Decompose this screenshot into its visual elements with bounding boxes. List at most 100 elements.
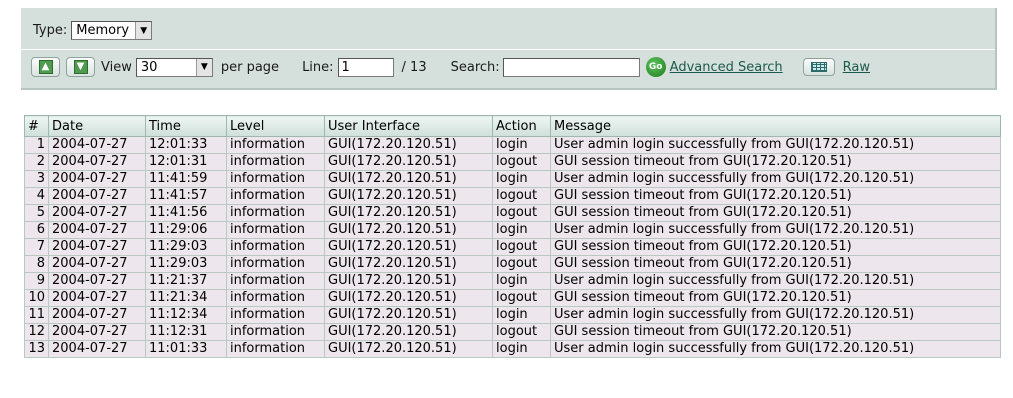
- row-level: information: [226, 340, 325, 358]
- table-row[interactable]: 3 2004-07-27 11:41:59 information GUI(172.20…: [24, 170, 1001, 188]
- toolbar-divider: [21, 49, 995, 50]
- log-table-container: # Date Time Level User Interface Action …: [24, 115, 1001, 358]
- row-user-interface: GUI(172.20.120.51): [324, 187, 493, 205]
- table-row[interactable]: 5 2004-07-27 11:41:56 information GUI(172.20…: [24, 204, 1001, 222]
- chevron-down-icon[interactable]: ▼: [195, 58, 212, 76]
- row-level: information: [226, 136, 325, 154]
- line-input[interactable]: 1: [337, 57, 394, 77]
- row-date: 2004-07-27: [48, 255, 146, 273]
- type-filter-row: Type: Memory ▼: [33, 21, 153, 40]
- row-date: 2004-07-27: [48, 187, 146, 205]
- row-time: 11:21:37: [145, 272, 227, 290]
- row-user-interface: GUI(172.20.120.51): [324, 136, 493, 154]
- advanced-search-link[interactable]: Advanced Search: [670, 60, 783, 75]
- row-time: 11:41:57: [145, 187, 227, 205]
- table-row[interactable]: 9 2004-07-27 11:21:37 information GUI(172.20…: [24, 272, 1001, 290]
- row-message: User admin login successfully from GUI(1…: [550, 306, 1001, 324]
- row-number: 4: [24, 187, 49, 205]
- table-row[interactable]: 7 2004-07-27 11:29:03 information GUI(172.20…: [24, 238, 1001, 256]
- row-date: 2004-07-27: [48, 323, 146, 341]
- row-number: 1: [24, 136, 49, 154]
- table-row[interactable]: 4 2004-07-27 11:41:57 information GUI(172.20…: [24, 187, 1001, 205]
- column-header-level[interactable]: Level: [226, 115, 325, 137]
- table-row[interactable]: 12 2004-07-27 11:12:31 information GUI(172.2…: [24, 323, 1001, 341]
- row-date: 2004-07-27: [48, 272, 146, 290]
- row-message: GUI session timeout from GUI(172.20.120.…: [550, 255, 1001, 273]
- row-user-interface: GUI(172.20.120.51): [324, 255, 493, 273]
- row-message: User admin login successfully from GUI(1…: [550, 221, 1001, 239]
- go-icon[interactable]: Go: [645, 57, 666, 77]
- per-page-select[interactable]: 30 ▼: [135, 57, 213, 77]
- row-date: 2004-07-27: [48, 238, 146, 256]
- paging-row: ▲ ▼ View 30 ▼ per page Line: 1 / 13 Sear…: [31, 55, 870, 79]
- row-level: information: [226, 272, 325, 290]
- row-level: information: [226, 289, 325, 307]
- row-user-interface: GUI(172.20.120.51): [324, 170, 493, 188]
- row-message: User admin login successfully from GUI(1…: [550, 136, 1001, 154]
- raw-log-icon[interactable]: [802, 58, 835, 76]
- row-action: logout: [492, 187, 551, 205]
- row-date: 2004-07-27: [48, 153, 146, 171]
- row-number: 5: [24, 204, 49, 222]
- row-user-interface: GUI(172.20.120.51): [324, 153, 493, 171]
- column-header-date[interactable]: Date: [48, 115, 146, 137]
- column-header-number[interactable]: #: [24, 115, 49, 137]
- row-date: 2004-07-27: [48, 340, 146, 358]
- row-number: 13: [24, 340, 49, 358]
- column-header-user-interface[interactable]: User Interface: [324, 115, 493, 137]
- type-select[interactable]: Memory ▼: [71, 21, 153, 40]
- row-message: GUI session timeout from GUI(172.20.120.…: [550, 289, 1001, 307]
- raw-link[interactable]: Raw: [843, 60, 870, 75]
- row-message: GUI session timeout from GUI(172.20.120.…: [550, 323, 1001, 341]
- row-user-interface: GUI(172.20.120.51): [324, 306, 493, 324]
- row-level: information: [226, 255, 325, 273]
- row-date: 2004-07-27: [48, 170, 146, 188]
- row-number: 10: [24, 289, 49, 307]
- page-up-button[interactable]: ▲: [31, 57, 60, 77]
- table-row[interactable]: 10 2004-07-27 11:21:34 information GUI(172.2…: [24, 289, 1001, 307]
- row-number: 8: [24, 255, 49, 273]
- row-time: 11:29:06: [145, 221, 227, 239]
- type-select-value: Memory: [76, 23, 130, 38]
- row-action: login: [492, 221, 551, 239]
- row-action: logout: [492, 289, 551, 307]
- log-table: # Date Time Level User Interface Action …: [24, 115, 1001, 358]
- table-row[interactable]: 13 2004-07-27 11:01:33 information GUI(172.2…: [24, 340, 1001, 358]
- row-action: logout: [492, 255, 551, 273]
- row-level: information: [226, 306, 325, 324]
- row-user-interface: GUI(172.20.120.51): [324, 289, 493, 307]
- row-time: 12:01:31: [145, 153, 227, 171]
- table-header-row: # Date Time Level User Interface Action …: [24, 115, 1001, 137]
- table-row[interactable]: 6 2004-07-27 11:29:06 information GUI(172.20…: [24, 221, 1001, 239]
- row-number: 9: [24, 272, 49, 290]
- table-row[interactable]: 11 2004-07-27 11:12:34 information GUI(172.2…: [24, 306, 1001, 324]
- row-level: information: [226, 204, 325, 222]
- table-row[interactable]: 2 2004-07-27 12:01:31 information GUI(172.20…: [24, 153, 1001, 171]
- column-header-action[interactable]: Action: [492, 115, 551, 137]
- row-time: 11:21:34: [145, 289, 227, 307]
- row-action: logout: [492, 323, 551, 341]
- row-time: 11:29:03: [145, 238, 227, 256]
- row-user-interface: GUI(172.20.120.51): [324, 272, 493, 290]
- column-header-time[interactable]: Time: [145, 115, 227, 137]
- row-time: 11:41:59: [145, 170, 227, 188]
- row-date: 2004-07-27: [48, 136, 146, 154]
- search-input[interactable]: [502, 57, 640, 77]
- row-action: logout: [492, 153, 551, 171]
- row-date: 2004-07-27: [48, 204, 146, 222]
- row-date: 2004-07-27: [48, 289, 146, 307]
- table-row[interactable]: 1 2004-07-27 12:01:33 information GUI(172.20…: [24, 136, 1001, 154]
- search-label: Search:: [450, 59, 500, 75]
- page-down-button[interactable]: ▼: [66, 57, 95, 77]
- row-message: User admin login successfully from GUI(1…: [550, 272, 1001, 290]
- row-action: logout: [492, 204, 551, 222]
- line-label: Line:: [302, 59, 334, 75]
- row-level: information: [226, 153, 325, 171]
- row-user-interface: GUI(172.20.120.51): [324, 238, 493, 256]
- row-message: GUI session timeout from GUI(172.20.120.…: [550, 187, 1001, 205]
- chevron-down-icon[interactable]: ▼: [135, 22, 152, 39]
- row-message: User admin login successfully from GUI(1…: [550, 340, 1001, 358]
- table-row[interactable]: 8 2004-07-27 11:29:03 information GUI(172.20…: [24, 255, 1001, 273]
- row-user-interface: GUI(172.20.120.51): [324, 340, 493, 358]
- column-header-message[interactable]: Message: [550, 115, 1001, 137]
